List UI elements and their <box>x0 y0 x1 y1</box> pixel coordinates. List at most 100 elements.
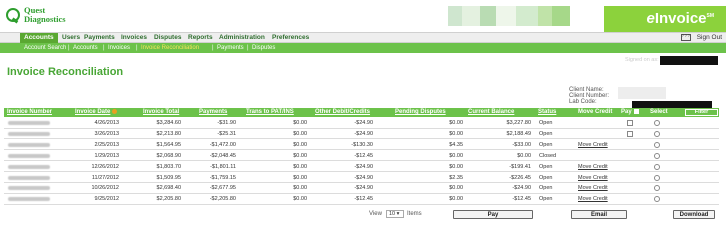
redacted-client-name <box>618 87 666 99</box>
pay-all-checkbox[interactable] <box>633 108 639 114</box>
nav-accounts[interactable]: Accounts <box>20 33 58 43</box>
col-invoice-total[interactable]: Invoice Total <box>143 108 179 117</box>
redacted-invoice-number[interactable] <box>8 121 50 125</box>
payments: -$31.90 <box>217 120 236 126</box>
redacted-invoice-number[interactable] <box>8 142 50 147</box>
payments: -$1,801.11 <box>210 163 236 170</box>
redacted-invoice-number[interactable] <box>8 175 50 180</box>
invoice-date: 1/29/2013 <box>94 152 119 159</box>
quest-logo-icon <box>6 8 20 22</box>
pending-disputes: $0.00 <box>449 196 463 203</box>
help-icon[interactable]: ? ? ? <box>680 33 691 41</box>
col-other-debit-credits[interactable]: Other Debit/Credits <box>315 108 370 117</box>
subnav-invoice-reconciliation[interactable]: Invoice Reconciliation <box>141 43 199 53</box>
table-row[interactable]: 2/25/2013 $1,564.95 -$1,472.00 $0.00 -$130.3… <box>4 140 719 151</box>
current-balance: $2,188.49 <box>506 130 531 137</box>
redacted-invoice-number[interactable] <box>8 131 50 136</box>
sign-out-link[interactable]: Sign Out <box>697 34 722 41</box>
pending-disputes: $0.00 <box>449 152 463 159</box>
select-radio[interactable] <box>654 174 660 181</box>
brand-tm: SM <box>706 13 715 19</box>
col-pending-disputes[interactable]: Pending Disputes <box>395 108 446 117</box>
subnav-separator: | <box>212 45 214 51</box>
redacted-invoice-number[interactable] <box>8 164 50 169</box>
pay-checkbox[interactable] <box>627 120 633 126</box>
subnav-accounts[interactable]: Accounts <box>73 43 98 53</box>
invoice-total: $2,213.80 <box>156 130 181 137</box>
table-row[interactable]: 12/26/2012 $1,803.70 -$1,801.11 $0.00 -$24.9… <box>4 162 719 173</box>
nav-preferences[interactable]: Preferences <box>268 33 313 43</box>
subnav-disputes[interactable]: Disputes <box>252 43 275 53</box>
page-title: Invoice Reconciliation <box>7 66 124 78</box>
quest-logo[interactable]: Quest Diagnostics <box>6 4 76 28</box>
table-row[interactable]: 11/27/2012 $1,509.95 -$1,759.15 $0.00 -$24.9… <box>4 173 719 183</box>
nav-invoices[interactable]: Invoices <box>117 33 151 43</box>
col-current-balance[interactable]: Current Balance <box>468 108 514 117</box>
move-credit-link[interactable]: Move Credit <box>578 173 608 183</box>
nav-administration[interactable]: Administration <box>215 33 269 43</box>
table-row[interactable]: 1/29/2013 $2,068.90 -$2,048.45 $0.00 -$12.45… <box>4 151 719 162</box>
header-decoration <box>448 6 570 26</box>
move-credit-link[interactable]: Move Credit <box>578 194 608 204</box>
trans-to-pat-ins: $0.00 <box>293 130 307 137</box>
redacted-invoice-number[interactable] <box>8 153 50 158</box>
select-radio[interactable] <box>654 120 660 126</box>
sub-nav: Account Search | Accounts | Invoices | I… <box>0 43 726 53</box>
col-invoice-number[interactable]: Invoice Number <box>7 108 52 117</box>
page-size-select[interactable]: 10 ▾ <box>386 210 404 218</box>
table-row[interactable]: 10/26/2012 $2,698.40 -$2,677.95 $0.00 -$24.9… <box>4 183 719 194</box>
payments: -$1,472.00 <box>209 141 236 148</box>
subnav-separator: | <box>68 45 70 51</box>
redacted-invoice-number[interactable] <box>8 186 50 191</box>
status: Closed <box>539 152 557 159</box>
move-credit-link[interactable]: Move Credit <box>578 183 608 193</box>
select-radio[interactable] <box>654 152 660 159</box>
select-radio[interactable] <box>654 130 660 137</box>
chevron-down-icon: ▾ <box>396 211 400 217</box>
select-radio[interactable] <box>654 141 660 148</box>
current-balance: $3,227.80 <box>506 120 531 126</box>
table-row[interactable]: 9/25/2012 $2,205.80 -$2,205.80 $0.00 -$12.45… <box>4 194 719 205</box>
redacted-invoice-number[interactable] <box>8 197 50 202</box>
table-row[interactable]: 4/26/2013 $3,284.60 -$31.90 $0.00 -$24.90 $0.… <box>4 118 719 129</box>
table-row[interactable]: 3/26/2013 $2,213.80 -$25.31 $0.00 -$24.90 $0.… <box>4 129 719 140</box>
nav-payments[interactable]: Payments <box>80 33 119 43</box>
col-trans-to-pat-ins[interactable]: Trans to PAT/INS <box>246 108 294 117</box>
download-button[interactable]: Download <box>673 210 715 219</box>
trans-to-pat-ins: $0.00 <box>293 185 307 192</box>
subnav-invoices[interactable]: Invoices <box>108 43 130 53</box>
invoice-date: 4/26/2013 <box>94 120 119 126</box>
status: Open <box>539 163 553 170</box>
nav-disputes[interactable]: Disputes <box>150 33 185 43</box>
invoice-date: 3/26/2013 <box>94 130 119 137</box>
subnav-account-search[interactable]: Account Search <box>24 43 66 53</box>
email-button[interactable]: Email <box>571 210 627 219</box>
col-payments[interactable]: Payments <box>199 108 227 117</box>
brand-prefix: e <box>646 10 655 27</box>
nav-reports[interactable]: Reports <box>184 33 217 43</box>
col-status[interactable]: Status <box>538 108 556 117</box>
pay-button[interactable]: Pay <box>453 210 533 219</box>
client-info: Client Name: Client Number: Lab Code: <box>569 87 609 105</box>
select-radio[interactable] <box>654 163 660 170</box>
items-label: Items <box>407 211 422 217</box>
filter-button[interactable]: Filter <box>685 109 718 116</box>
subnav-separator: | <box>136 45 138 51</box>
einvoice-brand: eInvoiceSM <box>604 6 726 32</box>
move-credit-link[interactable]: Move Credit <box>578 140 608 150</box>
invoice-total: $2,068.90 <box>156 152 181 159</box>
select-radio[interactable] <box>654 185 660 192</box>
move-credit-link[interactable]: Move Credit <box>578 162 608 172</box>
select-radio[interactable] <box>654 196 660 203</box>
app-header: Quest Diagnostics eInvoiceSM <box>0 0 726 32</box>
subnav-separator: | <box>103 45 105 51</box>
current-balance: -$24.90 <box>512 185 531 192</box>
subnav-payments[interactable]: Payments <box>217 43 244 53</box>
col-invoice-date[interactable]: Invoice Date <box>75 108 118 117</box>
pending-disputes: $0.00 <box>449 185 463 192</box>
pay-checkbox[interactable] <box>627 130 633 137</box>
invoice-total: $3,284.60 <box>156 120 181 126</box>
payments: -$2,677.95 <box>209 185 236 192</box>
invoice-date: 2/25/2013 <box>94 141 119 148</box>
pending-disputes: $2.35 <box>449 174 463 181</box>
